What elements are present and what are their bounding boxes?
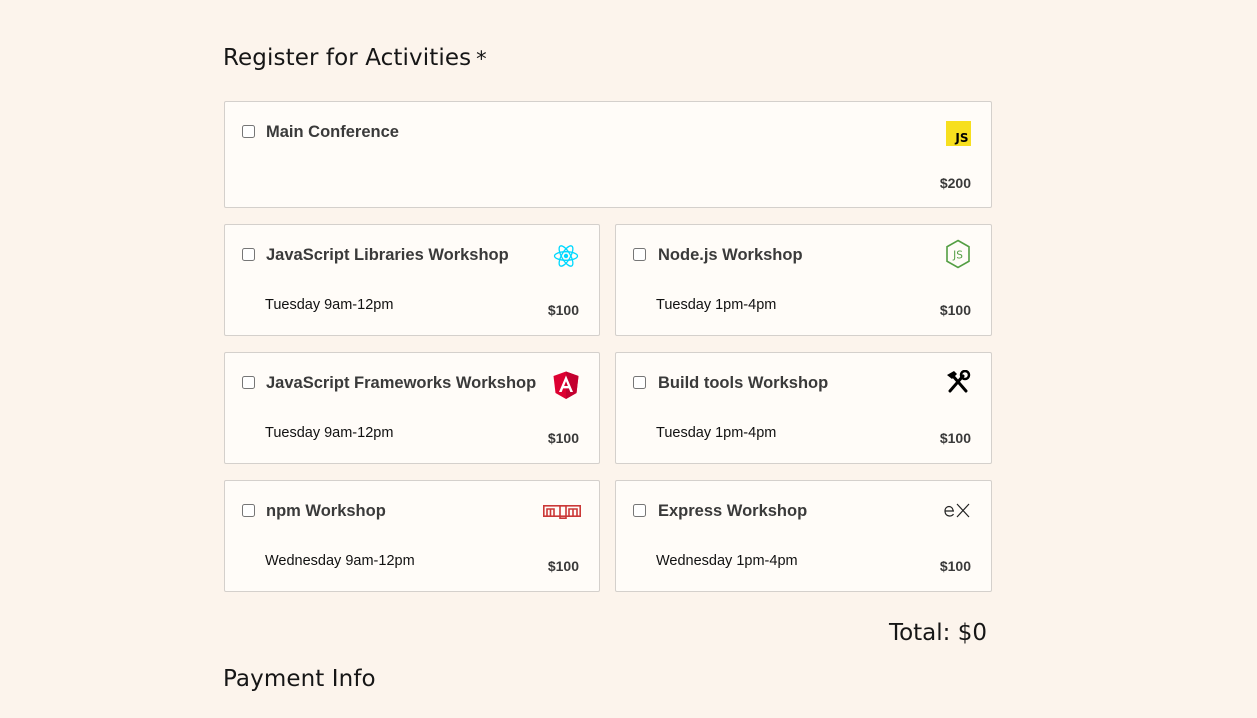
activity-name: Express Workshop — [658, 502, 808, 520]
main-conference-checkbox[interactable] — [242, 125, 255, 138]
js-frameworks-checkbox[interactable] — [242, 376, 255, 389]
activity-name: Build tools Workshop — [658, 374, 829, 392]
activity-name: npm Workshop — [266, 502, 386, 520]
svg-text:JS: JS — [952, 250, 963, 262]
activity-card-main-conference[interactable]: Main Conference JS $200 — [224, 101, 992, 208]
activities-title: Register for Activities * — [223, 45, 487, 71]
activities-total: Total: $0 — [888, 620, 987, 646]
npm-checkbox[interactable] — [242, 504, 255, 517]
activity-name: JavaScript Libraries Workshop — [266, 246, 509, 264]
activity-price: $100 — [939, 302, 971, 318]
activity-time: Tuesday 9am-12pm — [265, 425, 394, 441]
activity-time: Tuesday 9am-12pm — [265, 297, 394, 313]
required-mark: * — [476, 47, 487, 71]
activity-price: $100 — [939, 558, 971, 574]
express-icon — [943, 497, 971, 523]
activity-name: Main Conference — [266, 123, 399, 141]
nodejs-checkbox[interactable] — [633, 248, 646, 261]
activity-name: JavaScript Frameworks Workshop — [266, 374, 537, 392]
js-libraries-checkbox[interactable] — [242, 248, 255, 261]
activity-price: $100 — [547, 430, 579, 446]
build-tools-checkbox[interactable] — [633, 376, 646, 389]
activity-time: Wednesday 1pm-4pm — [656, 553, 798, 569]
react-icon — [553, 243, 579, 269]
activity-name: Node.js Workshop — [658, 246, 803, 264]
activity-price: $100 — [939, 430, 971, 446]
activity-time: Tuesday 1pm-4pm — [656, 425, 777, 441]
tools-icon — [945, 369, 971, 395]
activity-card-npm[interactable]: npm Workshop Wednesday 9am-12pm $100 — [224, 480, 600, 592]
payment-info-title: Payment Info — [223, 666, 376, 692]
nodejs-icon: JS — [945, 239, 971, 269]
activity-time: Wednesday 9am-12pm — [265, 553, 415, 569]
javascript-icon: JS — [945, 120, 971, 146]
javascript-icon-label: JS — [945, 120, 971, 146]
angular-icon — [553, 370, 579, 400]
activity-card-js-frameworks[interactable]: JavaScript Frameworks Workshop Tuesday 9… — [224, 352, 600, 464]
activities-title-text: Register for Activities — [223, 45, 472, 71]
page: Register for Activities * Main Conference… — [0, 0, 1257, 718]
activity-card-nodejs[interactable]: Node.js Workshop JS Tuesday 1pm-4pm $100 — [615, 224, 992, 336]
activity-card-js-libraries[interactable]: JavaScript Libraries Workshop Tuesday 9a… — [224, 224, 600, 336]
activity-card-express[interactable]: Express Workshop Wednesday 1pm-4pm $100 — [615, 480, 992, 592]
activity-price: $200 — [939, 175, 971, 191]
express-checkbox[interactable] — [633, 504, 646, 517]
activity-price: $100 — [547, 558, 579, 574]
activity-price: $100 — [547, 302, 579, 318]
npm-icon — [543, 499, 581, 525]
activity-time: Tuesday 1pm-4pm — [656, 297, 777, 313]
activity-card-build-tools[interactable]: Build tools Workshop Tuesday 1pm-4pm $10… — [615, 352, 992, 464]
